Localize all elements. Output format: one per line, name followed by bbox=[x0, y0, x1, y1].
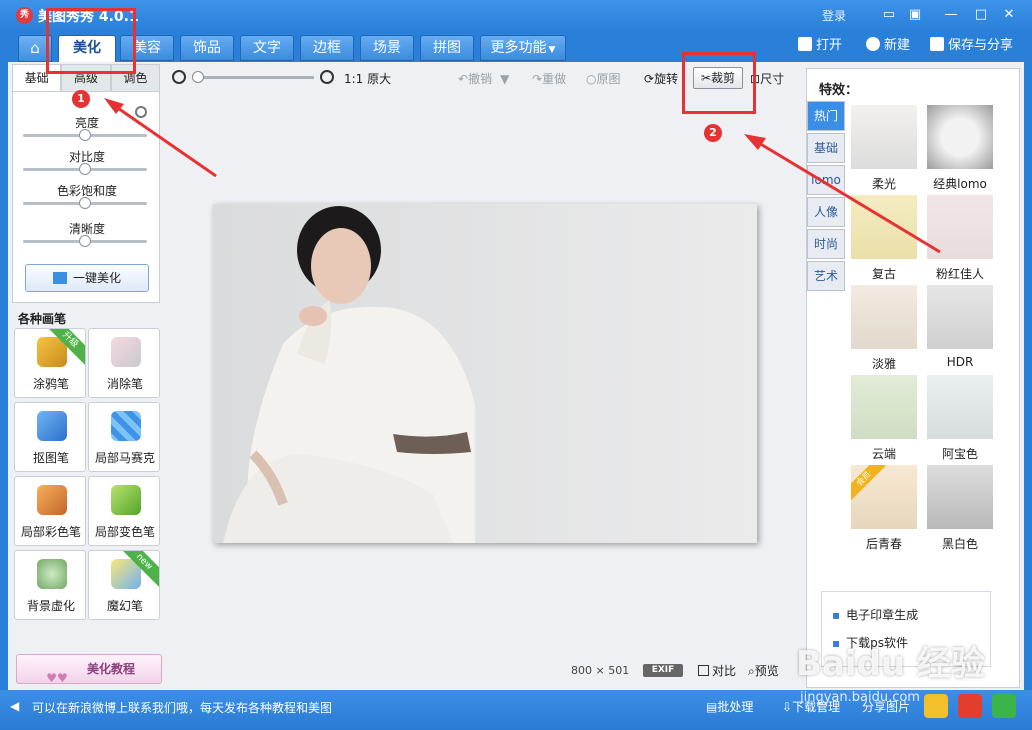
watermark-logo: Baidu 经验 bbox=[796, 644, 985, 684]
annotation-arrow-2 bbox=[753, 138, 941, 254]
annotation-arrowhead-2 bbox=[744, 134, 766, 150]
annotation-arrow-1 bbox=[111, 102, 217, 178]
annotation-arrows bbox=[104, 98, 941, 254]
watermark-url: jingyan.baidu.com bbox=[800, 690, 920, 705]
